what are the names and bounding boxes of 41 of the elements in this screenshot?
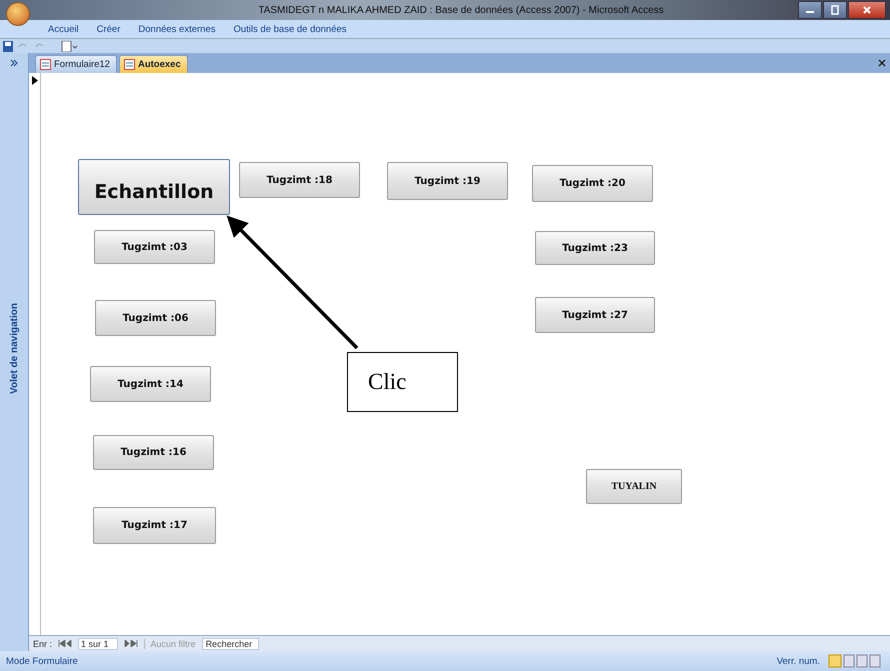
record-position-field[interactable]: 1 sur 1 <box>78 638 118 650</box>
ribbon-tab[interactable]: Outils de base de données <box>234 24 347 34</box>
form-button[interactable]: Tugzimt :16 <box>93 435 214 470</box>
form-button[interactable]: Tugzimt :23 <box>535 231 655 265</box>
save-icon[interactable] <box>3 40 13 52</box>
form-button[interactable]: Tugzimt :20 <box>532 165 653 202</box>
form-button[interactable]: Tugzimt :14 <box>90 366 211 402</box>
form-button[interactable]: Tugzimt :06 <box>95 300 216 336</box>
ribbon-tab[interactable]: Créer <box>96 24 120 34</box>
form-button[interactable]: Echantillon <box>78 159 230 215</box>
close-icon[interactable] <box>878 59 886 67</box>
last-record-icon[interactable] <box>124 640 138 647</box>
close-button[interactable] <box>848 1 886 19</box>
ribbon-tab[interactable]: Données externes <box>138 24 216 34</box>
form-icon <box>40 59 51 70</box>
form-button[interactable]: Tugzimt :27 <box>535 297 655 333</box>
document-tab[interactable]: Autoexec <box>118 55 188 73</box>
record-selector-icon <box>32 76 38 85</box>
record-label: Enr : <box>33 638 52 648</box>
form-button[interactable]: Tugzimt :19 <box>387 162 508 200</box>
callout-label: Clic <box>347 352 458 412</box>
restore-button[interactable] <box>823 1 847 19</box>
restore-icon <box>830 5 840 15</box>
minimize-button[interactable] <box>798 1 822 19</box>
form-button[interactable]: TUYALIN <box>586 469 682 504</box>
num-lock-indicator: Verr. num. <box>776 656 820 666</box>
ribbon-tab[interactable]: Accueil <box>48 24 79 34</box>
search-field[interactable]: Rechercher <box>202 638 260 650</box>
first-record-icon[interactable] <box>58 640 72 647</box>
close-icon <box>862 5 872 15</box>
form-button[interactable]: Tugzimt :03 <box>94 230 215 264</box>
document-tab[interactable]: Formulaire12 <box>35 55 117 73</box>
form-view-icon[interactable] <box>61 40 79 52</box>
form-button[interactable]: Tugzimt :17 <box>93 507 216 544</box>
form-button[interactable]: Tugzimt :18 <box>239 162 360 198</box>
expand-pane-icon[interactable] <box>10 59 18 67</box>
status-mode: Mode Formulaire <box>6 656 78 666</box>
window-title: TASMIDEGT n MALIKA AHMED ZAID : Base de données (Access 2007) - Microsoft Access <box>257 4 665 16</box>
navigation-pane-label[interactable]: Volet de navigation <box>8 303 20 394</box>
form-icon <box>124 59 135 70</box>
office-button[interactable] <box>6 2 30 26</box>
